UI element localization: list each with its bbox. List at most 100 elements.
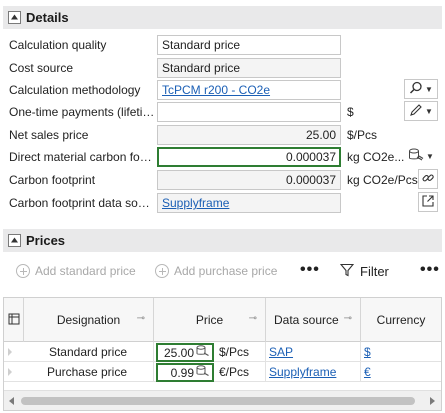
column-chooser-icon (8, 313, 20, 328)
filter-label: Filter (360, 264, 389, 279)
prices-grid: Designation ⊸ Price ⊸ Data source ⊸ Curr… (3, 297, 442, 411)
open-external-button[interactable] (418, 192, 438, 212)
column-title: Price (195, 313, 224, 327)
field-row-calculation-quality: Calculation quality Standard price (0, 34, 445, 56)
edit-dropdown-button[interactable]: ▼ (404, 101, 438, 121)
field-label: Cost source (9, 61, 74, 75)
calculation-quality-field[interactable]: Standard price (157, 35, 341, 55)
currency-link[interactable]: € (364, 365, 371, 379)
chevron-down-icon: ▼ (425, 84, 433, 94)
field-row-direct-material-carbon: Direct material carbon footprint 0.00003… (0, 146, 445, 168)
currency-cell[interactable]: $ (361, 342, 441, 362)
open-external-icon (421, 194, 435, 211)
database-link-icon (196, 345, 210, 360)
cost-source-field: Standard price (157, 58, 341, 78)
details-section-header[interactable]: Details (3, 6, 442, 29)
collapse-prices-icon[interactable] (8, 234, 21, 247)
column-header-currency[interactable]: Currency (361, 298, 441, 342)
field-label: Net sales price (9, 128, 89, 142)
more-options-button-2[interactable]: ••• (420, 261, 440, 279)
scroll-right-icon[interactable] (430, 397, 435, 405)
price-unit: €/Pcs (219, 365, 250, 379)
net-sales-price-field: 25.00 (157, 125, 341, 145)
add-purchase-price-label: Add purchase price (174, 264, 278, 278)
column-header-data-source[interactable]: Data source ⊸ (266, 298, 361, 342)
pin-icon[interactable]: ⊸ (344, 313, 352, 324)
currency-cell[interactable]: € (361, 362, 441, 382)
designation-cell: Purchase price (24, 362, 154, 382)
search-dropdown-button[interactable]: ▼ (404, 79, 438, 99)
data-source-link[interactable]: SAP (269, 345, 293, 359)
direct-material-carbon-field[interactable]: 0.000037 (157, 147, 341, 167)
horizontal-scrollbar[interactable] (4, 390, 441, 410)
column-title: Currency (376, 313, 426, 327)
details-title: Details (26, 10, 69, 25)
unit-label: $ (347, 105, 354, 119)
field-label: Carbon footprint data source (9, 196, 156, 210)
grid-header: Designation ⊸ Price ⊸ Data source ⊸ Curr… (4, 298, 441, 342)
table-row[interactable]: Standard price 25.00 $/Pcs SAP $ (4, 342, 441, 362)
add-standard-price-label: Add standard price (35, 264, 136, 278)
chevron-down-icon: ▼ (426, 151, 434, 161)
plus-circle-icon (155, 264, 169, 278)
field-label: Calculation quality (9, 38, 107, 52)
field-row-calculation-methodology: Calculation methodology TcPCM r200 - CO2… (0, 79, 445, 101)
row-marker-icon (8, 348, 12, 356)
one-time-payments-field[interactable] (157, 102, 341, 122)
column-header-price[interactable]: Price ⊸ (154, 298, 266, 342)
carbon-footprint-field: 0.000037 (157, 170, 341, 190)
price-value: 25.00 (163, 345, 194, 360)
field-label: One-time payments (lifetime) (9, 105, 156, 119)
field-label: Carbon footprint (9, 173, 96, 187)
link-icon (421, 171, 435, 188)
price-unit: $/Pcs (219, 345, 250, 359)
data-source-cell[interactable]: Supplyframe (266, 362, 361, 382)
add-standard-price-button[interactable]: Add standard price (16, 264, 136, 278)
search-icon (409, 81, 423, 98)
data-source-link[interactable]: Supplyframe (269, 365, 336, 379)
field-row-carbon-data-source: Carbon footprint data source Supplyframe (0, 192, 445, 214)
pin-icon[interactable]: ⊸ (137, 313, 145, 324)
plus-circle-icon (16, 264, 30, 278)
unit-label: $/Pcs (347, 128, 378, 142)
calculation-methodology-field[interactable]: TcPCM r200 - CO2e (157, 80, 341, 100)
column-chooser-button[interactable] (4, 298, 24, 342)
unit-label: kg CO2e/Pcs (347, 173, 418, 187)
prices-section-header[interactable]: Prices (3, 229, 442, 252)
data-source-cell[interactable]: SAP (266, 342, 361, 362)
currency-link[interactable]: $ (364, 345, 371, 359)
price-value: 0.99 (170, 365, 194, 380)
filter-button[interactable]: Filter (339, 263, 389, 280)
database-link-icon (408, 148, 424, 165)
prices-toolbar: Add standard price Add purchase price ••… (0, 258, 445, 286)
price-input[interactable]: 25.00 (156, 343, 214, 362)
scrollbar-thumb[interactable] (21, 397, 415, 405)
field-row-one-time-payments: One-time payments (lifetime) $ ▼ (0, 101, 445, 123)
database-link-icon (196, 365, 210, 380)
table-row[interactable]: Purchase price 0.99 €/Pcs Supplyframe € (4, 362, 441, 382)
prices-title: Prices (26, 233, 66, 248)
collapse-details-icon[interactable] (8, 11, 21, 24)
column-title: Designation (56, 313, 121, 327)
link-button[interactable] (418, 169, 438, 189)
price-input[interactable]: 0.99 (156, 363, 214, 382)
field-row-net-sales-price: Net sales price 25.00 $/Pcs (0, 124, 445, 146)
field-row-carbon-footprint: Carbon footprint 0.000037 kg CO2e/Pcs (0, 169, 445, 191)
column-title: Data source (274, 313, 339, 327)
carbon-data-source-field[interactable]: Supplyframe (157, 193, 341, 213)
unit-label: kg CO2e... (347, 150, 405, 164)
column-header-designation[interactable]: Designation ⊸ (24, 298, 154, 342)
row-marker-icon (8, 368, 12, 376)
more-options-button[interactable]: ••• (300, 261, 320, 279)
add-purchase-price-button[interactable]: Add purchase price (155, 264, 277, 278)
field-label: Direct material carbon footprint (9, 150, 156, 164)
pin-icon[interactable]: ⊸ (249, 313, 257, 324)
field-label: Calculation methodology (9, 83, 141, 97)
filter-icon (339, 263, 355, 280)
field-row-cost-source: Cost source Standard price (0, 57, 445, 79)
scroll-left-icon[interactable] (9, 397, 14, 405)
designation-cell: Standard price (24, 342, 154, 362)
pencil-icon (409, 103, 423, 120)
data-source-dropdown-button[interactable]: ▼ (404, 146, 438, 166)
chevron-down-icon: ▼ (425, 106, 433, 116)
